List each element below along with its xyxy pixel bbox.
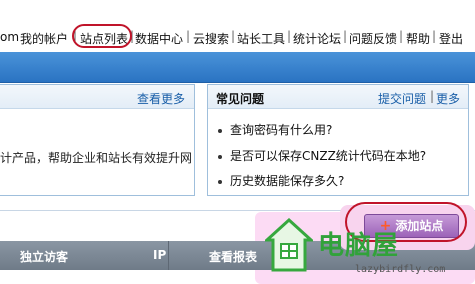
faq-panel-header: 常见问题 提交问题 | 更多 — [208, 85, 468, 109]
left-panel: 查看更多 计产品，帮助企业和站长有效提升网 — [0, 84, 195, 196]
nav-logout[interactable]: 登出 — [439, 30, 463, 47]
watermark-url: lazybirdfly.com — [355, 264, 446, 275]
faq-item[interactable]: 是否可以保存CNZZ统计代码在本地? — [218, 147, 426, 164]
column-unique-visitors: 独立访客 — [20, 250, 69, 264]
faq-item[interactable]: 查询密码有什么用? — [218, 121, 332, 138]
bullet-icon — [218, 179, 222, 184]
bullet-icon — [218, 128, 222, 133]
column-ip: IP — [153, 248, 167, 262]
left-panel-header: 查看更多 — [0, 85, 194, 109]
view-more-link[interactable]: 查看更多 — [137, 90, 185, 107]
submit-question-link[interactable]: 提交问题 — [378, 90, 426, 107]
nav-help[interactable]: 帮助 — [406, 30, 430, 47]
house-logo-icon — [265, 218, 313, 272]
nav-cloud-search[interactable]: 云搜索 — [193, 30, 229, 47]
nav-data-center[interactable]: 数据中心 — [135, 30, 183, 47]
nav-feedback[interactable]: 问题反馈 — [349, 30, 397, 47]
nav-domain-tail: om — [0, 30, 20, 44]
watermark-logo-text: 电脑屋 — [318, 231, 400, 261]
bullet-icon — [218, 154, 222, 159]
left-panel-text: 计产品，帮助企业和站长有效提升网 — [0, 151, 193, 165]
column-view-report: 查看报表 — [209, 250, 258, 264]
nav-my-account[interactable]: 我的帐户 — [20, 30, 68, 47]
nav-webmaster-tools[interactable]: 站长工具 — [237, 30, 285, 47]
header-bar — [0, 52, 475, 83]
highlight-circle-site-list — [72, 24, 132, 48]
faq-item[interactable]: 历史数据能保存多久? — [218, 172, 344, 189]
faq-more-link[interactable]: 更多 — [436, 90, 460, 107]
faq-title: 常见问题 — [216, 92, 265, 106]
faq-panel: 常见问题 提交问题 | 更多 查询密码有什么用? 是否可以保存CNZZ统计代码在… — [207, 84, 469, 196]
nav-stats-forum[interactable]: 统计论坛 — [293, 30, 341, 47]
